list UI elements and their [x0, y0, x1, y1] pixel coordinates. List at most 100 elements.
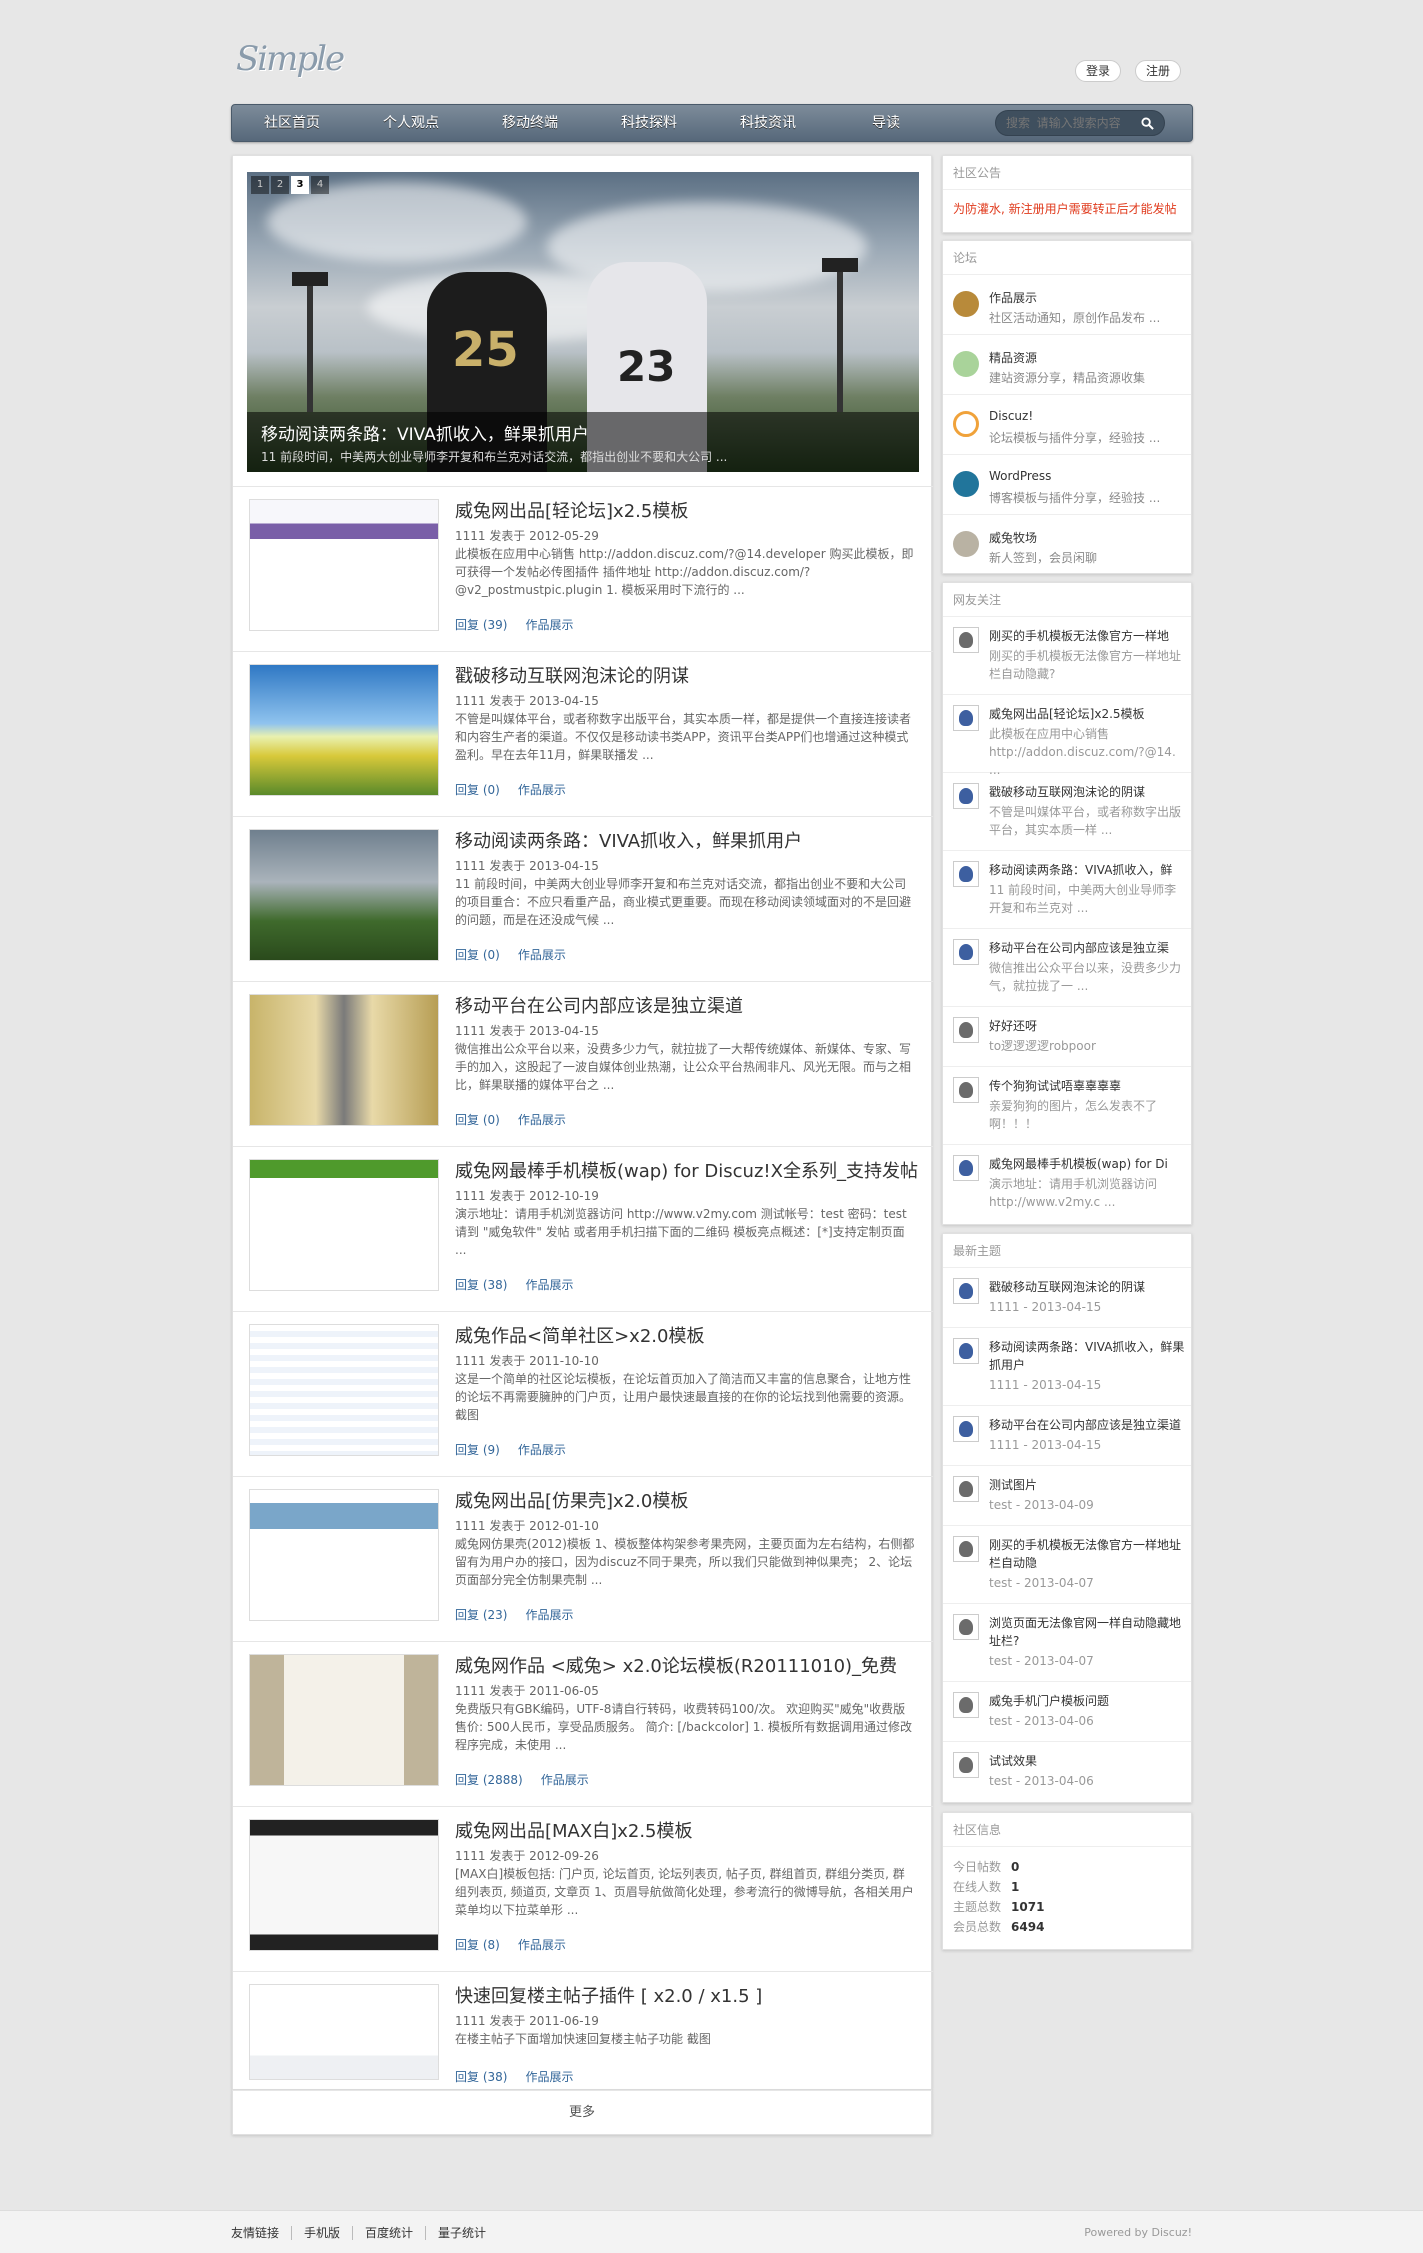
- forum-name[interactable]: 作品展示: [989, 289, 1037, 306]
- list-item[interactable]: 移动阅读两条路：VIVA抓收入，鲜果抓用户 1111 - 2013-04-15: [943, 1328, 1191, 1406]
- post-thumbnail[interactable]: [249, 1654, 439, 1786]
- post-reply-link[interactable]: 回复 (23): [455, 1608, 507, 1622]
- item-title[interactable]: 戳破移动互联网泡沫论的阴谋: [989, 1278, 1185, 1296]
- item-title[interactable]: 移动平台在公司内部应该是独立渠: [989, 939, 1185, 957]
- list-item[interactable]: 试试效果 test - 2013-04-06: [943, 1742, 1191, 1802]
- post-category-link[interactable]: 作品展示: [525, 618, 573, 632]
- item-title[interactable]: 威兔手机门户模板问题: [989, 1692, 1185, 1710]
- notice-text[interactable]: 为防灌水, 新注册用户需要转正后才能发帖: [943, 190, 1191, 227]
- avatar[interactable]: [953, 1017, 979, 1043]
- post-reply-link[interactable]: 回复 (9): [455, 1443, 500, 1457]
- post-category-link[interactable]: 作品展示: [525, 1608, 573, 1622]
- nav-item-tech-material[interactable]: 科技探料: [621, 105, 677, 141]
- post-category-link[interactable]: 作品展示: [518, 1113, 566, 1127]
- post-thumbnail[interactable]: [249, 1324, 439, 1456]
- post-category-link[interactable]: 作品展示: [518, 783, 566, 797]
- avatar[interactable]: [953, 861, 979, 887]
- forum-item[interactable]: 精品资源 建站资源分享，精品资源收集: [943, 335, 1191, 395]
- avatar[interactable]: [953, 1752, 979, 1778]
- search-input[interactable]: [1006, 114, 1136, 132]
- post-title[interactable]: 移动阅读两条路：VIVA抓收入，鲜果抓用户: [455, 827, 802, 853]
- post-reply-link[interactable]: 回复 (39): [455, 618, 507, 632]
- slide-page-4[interactable]: 4: [311, 176, 329, 194]
- footer-link-baidu-stats[interactable]: 百度统计: [365, 2226, 427, 2240]
- avatar[interactable]: [953, 705, 979, 731]
- post-reply-link[interactable]: 回复 (0): [455, 783, 500, 797]
- avatar[interactable]: [953, 783, 979, 809]
- footer-link-mobile[interactable]: 手机版: [304, 2226, 354, 2240]
- forum-item[interactable]: Discuz! 论坛模板与插件分享，经验技 ...: [943, 395, 1191, 455]
- item-title[interactable]: 移动阅读两条路：VIVA抓收入，鲜: [989, 861, 1185, 879]
- post-title[interactable]: 威兔作品<简单社区>x2.0模板: [455, 1322, 704, 1348]
- featured-slider[interactable]: 25 23 1 2 3 4 移动阅读两条路：VIVA抓收入，鲜果抓用户 11 前…: [247, 172, 919, 472]
- post-title[interactable]: 威兔网出品[MAX白]x2.5模板: [455, 1817, 693, 1843]
- avatar[interactable]: [953, 1692, 979, 1718]
- avatar[interactable]: [953, 1077, 979, 1103]
- post-thumbnail[interactable]: [249, 499, 439, 631]
- forum-item[interactable]: WordPress 博客模板与插件分享，经验技 ...: [943, 455, 1191, 515]
- post-category-link[interactable]: 作品展示: [518, 1443, 566, 1457]
- post-thumbnail[interactable]: [249, 664, 439, 796]
- post-thumbnail[interactable]: [249, 1819, 439, 1951]
- avatar[interactable]: [953, 1476, 979, 1502]
- post-thumbnail[interactable]: [249, 1159, 439, 1291]
- avatar[interactable]: [953, 1278, 979, 1304]
- item-title[interactable]: 好好还呀: [989, 1017, 1185, 1035]
- post-reply-link[interactable]: 回复 (8): [455, 1938, 500, 1952]
- forum-name[interactable]: Discuz!: [989, 409, 1033, 423]
- list-item[interactable]: 移动平台在公司内部应该是独立渠 微信推出公众平台以来，没费多少力气，就拉拢了一 .…: [943, 929, 1191, 1007]
- post-category-link[interactable]: 作品展示: [525, 1278, 573, 1292]
- list-item[interactable]: 好好还呀 to逻逻逻逻robpoor: [943, 1007, 1191, 1067]
- search-icon[interactable]: [1141, 117, 1154, 130]
- slide-page-2[interactable]: 2: [271, 176, 289, 194]
- nav-item-mobile[interactable]: 移动终端: [502, 105, 558, 141]
- post-title[interactable]: 戳破移动互联网泡沫论的阴谋: [455, 662, 689, 688]
- item-title[interactable]: 测试图片: [989, 1476, 1185, 1494]
- nav-item-opinion[interactable]: 个人观点: [383, 105, 439, 141]
- post-reply-link[interactable]: 回复 (0): [455, 948, 500, 962]
- post-title[interactable]: 威兔网作品 <威兔> x2.0论坛模板(R20111010)_免费: [455, 1652, 897, 1678]
- slide-page-1[interactable]: 1: [251, 176, 269, 194]
- avatar[interactable]: [953, 1614, 979, 1640]
- list-item[interactable]: 威兔网最棒手机模板(wap) for Di 演示地址：请用手机浏览器访问 http…: [943, 1145, 1191, 1223]
- site-logo[interactable]: Simple: [236, 30, 345, 81]
- list-item[interactable]: 浏览页面无法像官网一样自动隐藏地址栏? test - 2013-04-07: [943, 1604, 1191, 1682]
- footer-link-quantum-stats[interactable]: 量子统计: [438, 2226, 498, 2240]
- post-reply-link[interactable]: 回复 (0): [455, 1113, 500, 1127]
- forum-name[interactable]: WordPress: [989, 469, 1051, 483]
- nav-item-home[interactable]: 社区首页: [264, 105, 320, 141]
- slide-title[interactable]: 移动阅读两条路：VIVA抓收入，鲜果抓用户: [261, 420, 589, 445]
- avatar[interactable]: [953, 1155, 979, 1181]
- forum-item[interactable]: 威兔牧场 新人签到，会员闲聊: [943, 515, 1191, 575]
- post-title[interactable]: 威兔网出品[轻论坛]x2.5模板: [455, 497, 688, 523]
- list-item[interactable]: 刚买的手机模板无法像官方一样地址栏自动隐 test - 2013-04-07: [943, 1526, 1191, 1604]
- slide-page-3[interactable]: 3: [291, 176, 309, 194]
- post-thumbnail[interactable]: [249, 1489, 439, 1621]
- item-title[interactable]: 试试效果: [989, 1752, 1185, 1770]
- list-item[interactable]: 移动阅读两条路：VIVA抓收入，鲜 11 前段时间，中美两大创业导师李开复和布兰克…: [943, 851, 1191, 929]
- post-thumbnail[interactable]: [249, 829, 439, 961]
- avatar[interactable]: [953, 1338, 979, 1364]
- item-title[interactable]: 刚买的手机模板无法像官方一样地: [989, 627, 1185, 645]
- login-button[interactable]: 登录: [1075, 60, 1122, 82]
- item-title[interactable]: 移动平台在公司内部应该是独立渠道: [989, 1416, 1185, 1434]
- avatar[interactable]: [953, 1536, 979, 1562]
- post-thumbnail[interactable]: [249, 1984, 439, 2080]
- item-title[interactable]: 戳破移动互联网泡沫论的阴谋: [989, 783, 1185, 801]
- more-button[interactable]: 更多: [232, 2090, 932, 2135]
- list-item[interactable]: 刚买的手机模板无法像官方一样地 刚买的手机模板无法像官方一样地址栏自动隐藏?: [943, 617, 1191, 695]
- post-title[interactable]: 威兔网出品[仿果壳]x2.0模板: [455, 1487, 688, 1513]
- list-item[interactable]: 移动平台在公司内部应该是独立渠道 1111 - 2013-04-15: [943, 1406, 1191, 1466]
- list-item[interactable]: 测试图片 test - 2013-04-09: [943, 1466, 1191, 1526]
- powered-by[interactable]: Powered by Discuz!: [1084, 2226, 1192, 2239]
- nav-item-guide[interactable]: 导读: [872, 105, 900, 141]
- item-title[interactable]: 浏览页面无法像官网一样自动隐藏地址栏?: [989, 1614, 1185, 1650]
- post-reply-link[interactable]: 回复 (2888): [455, 1773, 523, 1787]
- forum-name[interactable]: 精品资源: [989, 349, 1037, 366]
- register-button[interactable]: 注册: [1135, 60, 1182, 82]
- item-title[interactable]: 刚买的手机模板无法像官方一样地址栏自动隐: [989, 1536, 1185, 1572]
- list-item[interactable]: 戳破移动互联网泡沫论的阴谋 1111 - 2013-04-15: [943, 1268, 1191, 1328]
- list-item[interactable]: 戳破移动互联网泡沫论的阴谋 不管是叫媒体平台，或者称数字出版平台，其实本质一样 .…: [943, 773, 1191, 851]
- post-title[interactable]: 移动平台在公司内部应该是独立渠道: [455, 992, 743, 1018]
- post-reply-link[interactable]: 回复 (38): [455, 1278, 507, 1292]
